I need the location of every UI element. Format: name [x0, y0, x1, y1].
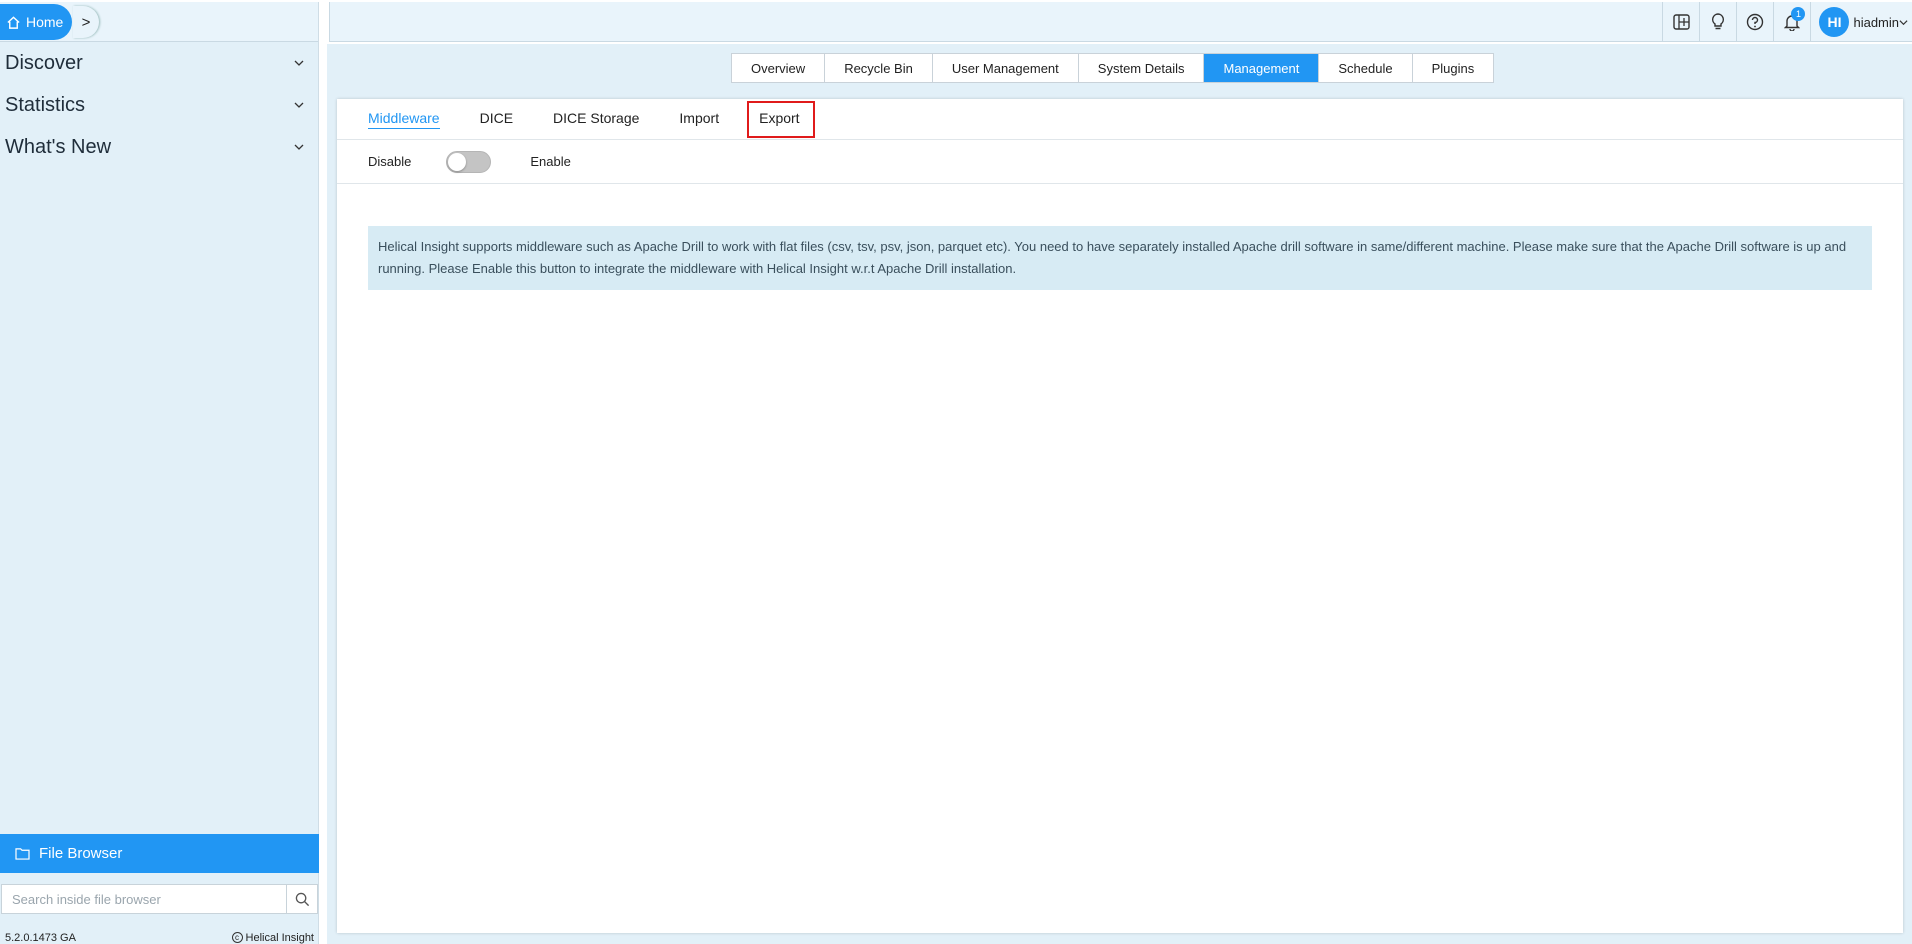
username-label: hiadmin: [1853, 14, 1899, 30]
middleware-toggle-switch[interactable]: [446, 150, 492, 173]
avatar: HI: [1819, 7, 1850, 37]
notification-badge: 1: [1791, 7, 1806, 21]
brand-label: Helical Insight: [245, 931, 314, 944]
user-menu[interactable]: HI hiadmin: [1810, 2, 1912, 42]
breadcrumb-next[interactable]: >: [73, 6, 99, 38]
tab-management[interactable]: Management: [1204, 54, 1320, 82]
sidebar-item-whats-new[interactable]: What's New: [0, 126, 318, 168]
top-header: 1 HI hiadmin: [329, 2, 1912, 42]
subtab-import[interactable]: Import: [679, 110, 719, 128]
tab-user-management[interactable]: User Management: [933, 54, 1079, 82]
subtab-export[interactable]: Export: [759, 110, 799, 128]
toggle-off-label: Disable: [368, 154, 412, 169]
help-button[interactable]: [1736, 2, 1773, 42]
file-browser-search-input[interactable]: [2, 885, 286, 913]
sidebar-menu: Discover Statistics What's New: [0, 42, 318, 168]
file-browser-search: [1, 884, 318, 914]
folder-icon: [15, 848, 30, 860]
home-label: Home: [26, 14, 64, 30]
toggle-knob: [448, 152, 467, 171]
file-browser-label: File Browser: [39, 845, 123, 862]
management-panel: Middleware DICE DICE Storage Import Expo…: [337, 99, 1903, 933]
chevron-down-icon: [1899, 19, 1908, 25]
header-toolbar: 1 HI hiadmin: [1662, 2, 1912, 42]
chevron-down-icon: [294, 102, 304, 108]
middleware-info-message: Helical Insight supports middleware such…: [368, 226, 1872, 290]
file-browser-button[interactable]: File Browser: [0, 834, 319, 873]
sidebar-item-label: What's New: [5, 135, 112, 158]
help-icon: [1747, 13, 1764, 31]
brand: c Helical Insight: [231, 931, 314, 944]
chevron-down-icon: [294, 60, 304, 66]
dashboard-button[interactable]: [1662, 2, 1699, 42]
sidebar-footer: 5.2.0.1473 GA c Helical Insight: [0, 929, 319, 944]
chevron-down-icon: [294, 144, 304, 150]
sidebar-item-statistics[interactable]: Statistics: [0, 84, 318, 126]
notifications-button[interactable]: 1: [1773, 2, 1810, 42]
breadcrumb: Home >: [0, 2, 318, 42]
subtab-dice[interactable]: DICE: [480, 110, 513, 128]
sidebar-item-label: Discover: [5, 51, 83, 74]
copyright-icon: c: [231, 932, 243, 943]
lightbulb-icon: [1712, 13, 1725, 30]
home-breadcrumb[interactable]: Home: [0, 4, 72, 40]
tab-plugins[interactable]: Plugins: [1413, 54, 1494, 82]
middleware-toggle-row: Disable Enable: [337, 140, 1903, 184]
management-subtabs: Middleware DICE DICE Storage Import Expo…: [337, 99, 1903, 140]
subtab-middleware[interactable]: Middleware: [368, 110, 440, 129]
tab-system-details[interactable]: System Details: [1079, 54, 1205, 82]
search-button[interactable]: [286, 885, 317, 913]
tips-button[interactable]: [1699, 2, 1736, 42]
sidebar: Home > Discover Statistics What's New Fi…: [0, 2, 319, 944]
toggle-on-label: Enable: [530, 154, 571, 169]
search-icon: [295, 892, 309, 906]
dashboard-icon: [1673, 14, 1690, 30]
main-tabs: Overview Recycle Bin User Management Sys…: [731, 53, 1495, 83]
subtab-dice-storage[interactable]: DICE Storage: [553, 110, 639, 128]
tab-schedule[interactable]: Schedule: [1319, 54, 1413, 82]
tab-overview[interactable]: Overview: [732, 54, 826, 82]
sidebar-item-discover[interactable]: Discover: [0, 42, 318, 84]
sidebar-item-label: Statistics: [5, 93, 86, 116]
tab-recycle-bin[interactable]: Recycle Bin: [825, 54, 933, 82]
home-icon: [7, 15, 20, 29]
version-label: 5.2.0.1473 GA: [5, 931, 76, 944]
